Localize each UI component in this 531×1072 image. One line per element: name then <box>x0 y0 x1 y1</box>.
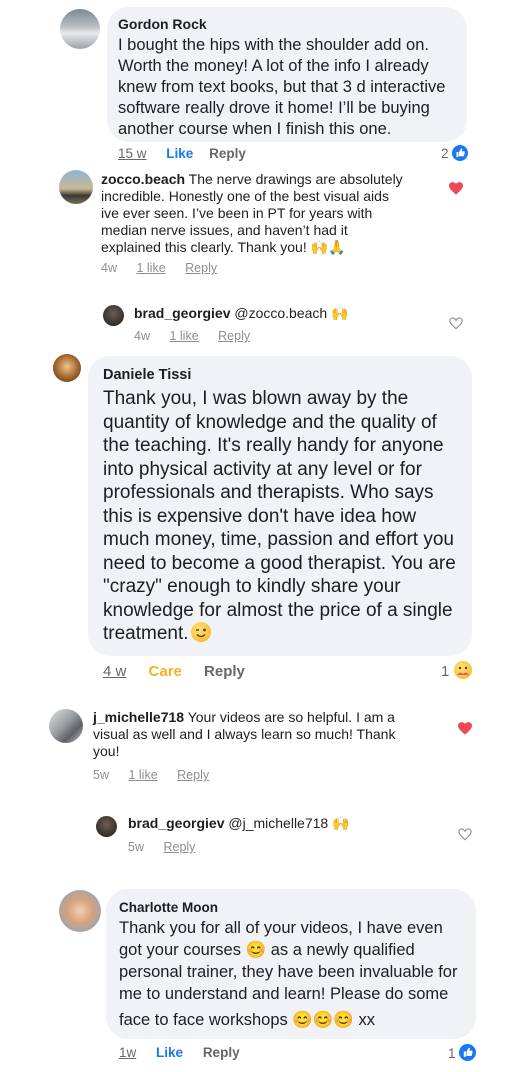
reply-button[interactable]: Reply <box>163 840 195 854</box>
timestamp: 4w <box>134 329 150 343</box>
reply-button[interactable]: Reply <box>209 146 246 161</box>
like-button[interactable]: Like <box>156 1045 183 1060</box>
reaction-count[interactable]: 2 <box>441 145 469 161</box>
comment-bubble: Daniele Tissi Thank you, I was blown awa… <box>88 356 472 656</box>
comment-text: I bought the hips with the shoulder add … <box>118 36 446 138</box>
reply-button[interactable]: Reply <box>218 329 250 343</box>
comment-actions: 1w Like Reply <box>119 1045 256 1060</box>
avatar[interactable] <box>96 816 117 837</box>
comment-actions: 15 w Like Reply <box>118 146 262 161</box>
comment-text: Thank you, I was blown away by the quant… <box>103 388 456 644</box>
winking-face-icon <box>190 622 211 642</box>
timestamp: 4w <box>101 261 117 275</box>
likes-count[interactable]: 1 like <box>169 329 198 343</box>
avatar[interactable] <box>103 305 124 326</box>
care-button[interactable]: Care <box>149 663 182 680</box>
timestamp[interactable]: 15 w <box>118 146 147 161</box>
reply-button[interactable]: Reply <box>203 1045 240 1060</box>
comment-actions: 4w 1 like Reply <box>101 261 233 275</box>
comment-text: brad_georgiev @zocco.beach 🙌 <box>134 305 349 321</box>
like-reaction-icon <box>459 1044 477 1061</box>
heart-icon[interactable] <box>458 722 472 735</box>
comment-author[interactable]: zocco.beach <box>101 171 185 187</box>
comment-text: brad_georgiev @j_michelle718 🙌 <box>128 815 350 831</box>
reply-button[interactable]: Reply <box>177 768 209 782</box>
comment-author[interactable]: Gordon Rock <box>118 16 207 32</box>
comment-text: zocco.beach The nerve drawings are absol… <box>101 171 403 255</box>
comment-author[interactable]: Daniele Tissi <box>103 367 191 383</box>
avatar[interactable] <box>60 9 100 49</box>
comment-actions: 5w 1 like Reply <box>93 768 225 782</box>
comment-bubble: Gordon Rock I bought the hips with the s… <box>107 7 467 142</box>
heart-outline-icon[interactable] <box>449 317 463 330</box>
heart-outline-icon[interactable] <box>458 828 472 841</box>
avatar[interactable] <box>59 890 101 932</box>
timestamp: 5w <box>128 840 144 854</box>
heart-icon[interactable] <box>449 182 463 195</box>
care-reaction-icon <box>453 661 472 679</box>
comment-actions: 4w 1 like Reply <box>134 329 266 343</box>
avatar[interactable] <box>49 709 83 743</box>
timestamp[interactable]: 4 w <box>103 663 126 680</box>
comment-author[interactable]: brad_georgiev <box>128 815 224 831</box>
timestamp: 5w <box>93 768 109 782</box>
like-button[interactable]: Like <box>166 146 193 161</box>
reply-button[interactable]: Reply <box>204 663 245 680</box>
comment-author[interactable]: brad_georgiev <box>134 305 230 321</box>
reaction-count[interactable]: 1 <box>448 1044 477 1061</box>
likes-count[interactable]: 1 like <box>128 768 157 782</box>
avatar[interactable] <box>53 354 81 382</box>
timestamp[interactable]: 1w <box>119 1045 136 1060</box>
comment-author[interactable]: Charlotte Moon <box>119 900 218 915</box>
like-reaction-icon <box>452 145 469 161</box>
reply-button[interactable]: Reply <box>185 261 217 275</box>
likes-count[interactable]: 1 like <box>136 261 165 275</box>
comment-text: Thank you for all of your videos, I have… <box>119 919 458 1029</box>
comment-text: j_michelle718 Your videos are so helpful… <box>93 709 396 759</box>
reaction-count[interactable]: 1 <box>441 661 472 680</box>
comment-author[interactable]: j_michelle718 <box>93 709 184 725</box>
avatar[interactable] <box>59 170 93 204</box>
comment-actions: 4 w Care Reply <box>103 663 261 680</box>
comment-actions: 5w Reply <box>128 840 211 854</box>
comment-bubble: Charlotte Moon Thank you for all of your… <box>106 889 476 1039</box>
